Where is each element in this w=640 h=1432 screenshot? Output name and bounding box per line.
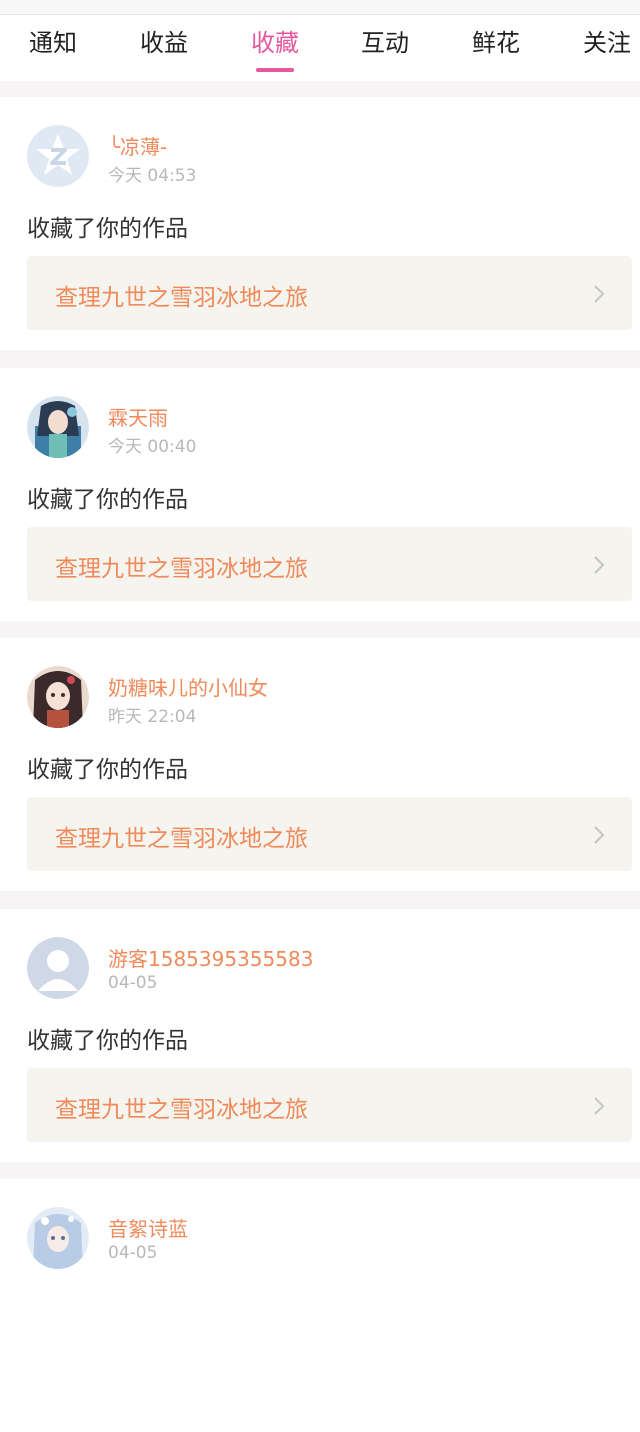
username[interactable]: 奶糖味儿的小仙女 — [108, 672, 268, 701]
list-item: 霖天雨 今天 00:40 收藏了你的作品 查理九世之雪羽冰地之旅 — [0, 368, 640, 621]
anime-avatar-icon[interactable] — [27, 1207, 89, 1269]
tab-earnings[interactable]: 收益 — [109, 15, 219, 81]
work-link[interactable]: 查理九世之雪羽冰地之旅 — [27, 527, 632, 601]
work-title: 查理九世之雪羽冰地之旅 — [55, 285, 308, 311]
tab-flowers[interactable]: 鲜花 — [441, 15, 551, 81]
action-text: 收藏了你的作品 — [27, 216, 188, 242]
username[interactable]: ╰凉薄- — [108, 131, 167, 160]
timestamp: 04-05 — [108, 973, 158, 993]
list-item: 游客1585395355583 04-05 收藏了你的作品 查理九世之雪羽冰地之… — [0, 909, 640, 1162]
action-text: 收藏了你的作品 — [27, 1028, 188, 1054]
timestamp: 昨天 22:04 — [108, 707, 197, 727]
timestamp: 04-05 — [108, 1243, 158, 1263]
list-item: 音絮诗蓝 04-05 — [0, 1179, 640, 1432]
list-item: 奶糖味儿的小仙女 昨天 22:04 收藏了你的作品 查理九世之雪羽冰地之旅 — [0, 638, 640, 891]
work-title: 查理九世之雪羽冰地之旅 — [55, 1097, 308, 1123]
chevron-right-icon — [594, 826, 605, 844]
status-bar-edge — [0, 0, 640, 15]
work-title: 查理九世之雪羽冰地之旅 — [55, 556, 308, 582]
timestamp: 今天 04:53 — [108, 166, 197, 186]
default-user-icon[interactable] — [27, 937, 89, 999]
username[interactable]: 音絮诗蓝 — [108, 1213, 188, 1242]
tab-interactions[interactable]: 互动 — [330, 15, 440, 81]
work-link[interactable]: 查理九世之雪羽冰地之旅 — [27, 797, 632, 871]
tab-bar: 通知 收益 收藏 互动 鲜花 关注 — [0, 15, 640, 81]
work-title: 查理九世之雪羽冰地之旅 — [55, 826, 308, 852]
timestamp: 今天 00:40 — [108, 437, 197, 457]
tab-notifications[interactable]: 通知 — [0, 15, 108, 81]
anime-avatar-icon[interactable] — [27, 666, 89, 728]
username[interactable]: 游客1585395355583 — [108, 943, 313, 972]
action-text: 收藏了你的作品 — [27, 487, 188, 513]
anime-avatar-icon[interactable] — [27, 396, 89, 458]
active-tab-indicator — [256, 68, 294, 72]
tab-favorites[interactable]: 收藏 — [220, 15, 330, 81]
chevron-right-icon — [594, 556, 605, 574]
tab-following[interactable]: 关注 — [552, 15, 640, 81]
chevron-right-icon — [594, 285, 605, 303]
qzone-star-icon[interactable] — [27, 125, 89, 187]
work-link[interactable]: 查理九世之雪羽冰地之旅 — [27, 256, 632, 330]
action-text: 收藏了你的作品 — [27, 757, 188, 783]
chevron-right-icon — [594, 1097, 605, 1115]
username[interactable]: 霖天雨 — [108, 402, 168, 431]
work-link[interactable]: 查理九世之雪羽冰地之旅 — [27, 1068, 632, 1142]
list-item: ╰凉薄- 今天 04:53 收藏了你的作品 查理九世之雪羽冰地之旅 — [0, 97, 640, 350]
